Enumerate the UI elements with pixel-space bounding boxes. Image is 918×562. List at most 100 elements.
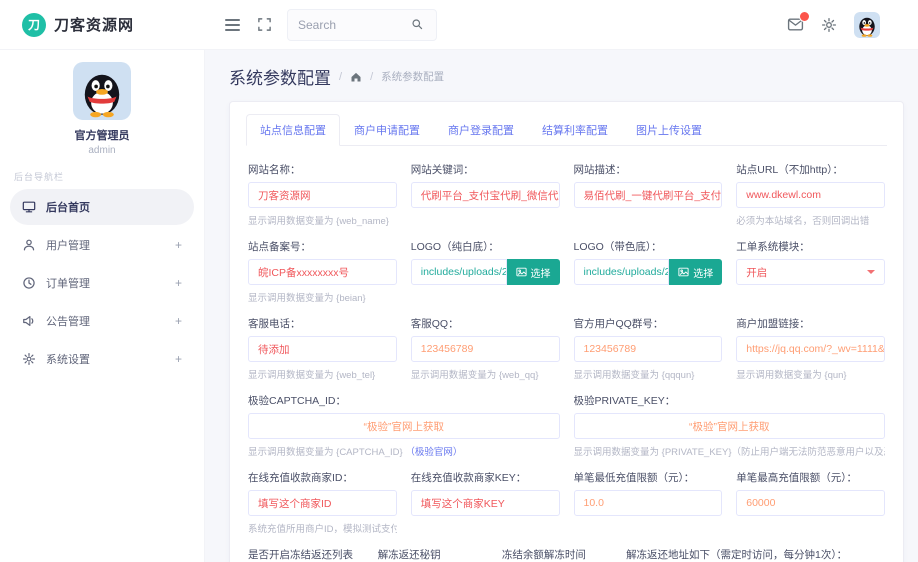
text-input[interactable]: https://jq.qq.com/?_wv=1111&k=5MdHTO bbox=[736, 336, 885, 362]
user-icon bbox=[22, 238, 36, 252]
tab-4[interactable]: 图片上传设置 bbox=[622, 114, 716, 146]
sidebar-item-1[interactable]: 用户管理 + bbox=[10, 227, 194, 263]
search-input[interactable]: Search bbox=[287, 8, 437, 41]
file-input-group: includes/uploads/20210524221020858.pn 选择 bbox=[573, 259, 723, 285]
field-label: 官方用户QQ群号： bbox=[573, 318, 664, 330]
sidebar-item-label: 订单管理 bbox=[46, 278, 90, 290]
text-input[interactable]: “极验”官网上获取 bbox=[573, 413, 885, 439]
settings-form: 网站名称： 刀客资源网 显示调用数据变量为 {web_name} 网站关键词： 代刷平台… bbox=[230, 146, 903, 562]
choose-file-label: 选择 bbox=[530, 268, 551, 280]
expand-plus-icon: + bbox=[174, 276, 182, 290]
form-field: 解冻返还地址如下（需定时访问，每分钟1次）：http://www.dkewl.c… bbox=[626, 547, 885, 562]
field-label: 网站名称： bbox=[248, 164, 301, 176]
text-input[interactable]: 待添加 bbox=[248, 336, 397, 362]
form-field: LOGO（纯白底）： includes/uploads/2021052422131… bbox=[410, 239, 560, 304]
topbar-right bbox=[786, 10, 900, 38]
form-field: 是否开启冻结返还列表关闭冻结余额返还 bbox=[248, 547, 364, 562]
helper-link[interactable]: （极验官网） bbox=[405, 447, 462, 458]
form-field: 网站名称： 刀客资源网 显示调用数据变量为 {web_name} bbox=[248, 162, 397, 227]
tab-2[interactable]: 商户登录配置 bbox=[434, 114, 528, 146]
form-field: 网站关键词： 代刷平台_支付宝代刷_微信代刷_QQ代刷 - 刀客资源 bbox=[410, 162, 560, 227]
form-field: LOGO（带色底）： includes/uploads/2021052422102… bbox=[573, 239, 723, 304]
file-input-group: includes/uploads/20210524221318885.pn 选择 bbox=[410, 259, 560, 285]
chevron-down-icon bbox=[867, 270, 875, 274]
field-label: 单笔最高充值限额（元）： bbox=[736, 472, 857, 484]
text-input[interactable]: www.dkewl.com bbox=[736, 182, 885, 208]
sidebar-item-3[interactable]: 公告管理 + bbox=[10, 303, 194, 339]
expand-plus-icon: + bbox=[174, 314, 182, 328]
choose-file-label: 选择 bbox=[693, 268, 714, 280]
text-input[interactable]: 填写这个商家ID bbox=[248, 490, 397, 516]
form-row: 客服电话： 待添加 显示调用数据变量为 {web_tel} 客服QQ： 12345678… bbox=[248, 316, 885, 381]
form-row: 是否开启冻结返还列表关闭冻结余额返还解冻返还秘钥20010325 冻结余额解冻时间… bbox=[248, 547, 885, 562]
file-path-input[interactable]: includes/uploads/20210524221318885.pn bbox=[410, 259, 507, 285]
form-field: 站点备案号： 皖ICP备xxxxxxxx号 显示调用数据变量为 {beian} bbox=[248, 239, 397, 304]
field-label: 站点URL（不加http）： bbox=[736, 164, 844, 176]
page-title: 系统参数配置 bbox=[229, 69, 331, 88]
text-input[interactable]: 60000 bbox=[736, 490, 885, 516]
form-field: 在线充值收款商家KEY： 填写这个商家KEY bbox=[410, 470, 560, 535]
sidebar-item-4[interactable]: 系统设置 + bbox=[10, 341, 194, 377]
megaphone-icon bbox=[22, 314, 36, 328]
sidebar-profile: 官方管理员 admin bbox=[0, 62, 204, 156]
brand: 刀 刀客资源网 bbox=[0, 12, 205, 37]
field-label: 客服QQ： bbox=[410, 318, 459, 330]
topbar: 刀 刀客资源网 Search bbox=[0, 0, 918, 50]
form-row: 网站名称： 刀客资源网 显示调用数据变量为 {web_name} 网站关键词： 代刷平台… bbox=[248, 162, 885, 227]
form-field: 工单系统模块： 开启 bbox=[736, 239, 885, 304]
form-field: 官方用户QQ群号： 123456789 显示调用数据变量为 {qqqun} bbox=[573, 316, 723, 381]
form-field: 客服电话： 待添加 显示调用数据变量为 {web_tel} bbox=[248, 316, 397, 381]
form-field: 解冻返还秘钥20010325 bbox=[378, 547, 488, 562]
messages-icon[interactable] bbox=[786, 10, 810, 34]
text-input[interactable]: 123456789 bbox=[410, 336, 560, 362]
form-field: 单笔最高充值限额（元）： 60000 bbox=[736, 470, 885, 535]
field-helper: 必须为本站域名，否则回调出错 bbox=[736, 216, 870, 227]
text-input[interactable]: “极验”官网上获取 bbox=[248, 413, 560, 439]
profile-avatar bbox=[73, 62, 131, 120]
text-input[interactable]: 填写这个商家KEY bbox=[410, 490, 560, 516]
tab-0[interactable]: 站点信息配置 bbox=[246, 114, 340, 146]
file-path-input[interactable]: includes/uploads/20210524221020858.pn bbox=[573, 259, 670, 285]
field-label: 极验CAPTCHA_ID： bbox=[248, 395, 347, 407]
tab-1[interactable]: 商户申请配置 bbox=[340, 114, 434, 146]
settings-gear-icon[interactable] bbox=[820, 16, 838, 34]
monitor-icon bbox=[22, 200, 36, 214]
select-input[interactable]: 开启 bbox=[736, 259, 885, 285]
field-helper: 显示调用数据变量为 {web_qq} bbox=[410, 370, 539, 381]
breadcrumb-current: 系统参数配置 bbox=[381, 71, 445, 83]
sidebar-item-label: 后台首页 bbox=[46, 202, 90, 214]
text-input[interactable]: 皖ICP备xxxxxxxx号 bbox=[248, 259, 397, 285]
sidebar-nav: 后台首页 用户管理 + 订单管理 + 公告管理 + 系统设置 + bbox=[0, 189, 204, 377]
sidebar-item-2[interactable]: 订单管理 + bbox=[10, 265, 194, 301]
topbar-main: Search bbox=[205, 8, 918, 41]
fullscreen-icon[interactable] bbox=[255, 16, 273, 34]
field-label: 极验PRIVATE_KEY： bbox=[573, 395, 676, 407]
choose-file-button[interactable]: 选择 bbox=[669, 259, 723, 285]
home-icon[interactable] bbox=[350, 71, 362, 83]
text-input[interactable]: 易佰代刷_一键代刷平台_支付宝代刷_微信代刷_QQ代 bbox=[573, 182, 723, 208]
choose-image-icon bbox=[515, 267, 527, 277]
text-input[interactable]: 123456789 bbox=[573, 336, 723, 362]
nav-section-label: 后台导航栏 bbox=[14, 172, 65, 182]
field-label: 冻结余额解冻时间 bbox=[501, 549, 586, 561]
field-label: 解冻返还地址如下（需定时访问，每分钟1次）： bbox=[626, 549, 848, 561]
field-label: 站点备案号： bbox=[248, 241, 311, 253]
search-placeholder: Search bbox=[298, 17, 337, 32]
choose-file-button[interactable]: 选择 bbox=[506, 259, 560, 285]
field-label: 在线充值收款商家KEY： bbox=[410, 472, 527, 484]
field-helper: 系统充值所用商户ID，模拟测试支付页面 bbox=[248, 524, 397, 535]
field-label: 网站关键词： bbox=[410, 164, 474, 176]
sidebar-toggle-icon[interactable] bbox=[223, 16, 241, 34]
field-label: LOGO（纯白底）： bbox=[410, 241, 499, 253]
search-icon[interactable] bbox=[408, 16, 426, 34]
field-label: 工单系统模块： bbox=[736, 241, 810, 253]
text-input[interactable]: 刀客资源网 bbox=[248, 182, 397, 208]
user-avatar[interactable] bbox=[854, 11, 880, 38]
text-input[interactable]: 10.0 bbox=[573, 490, 723, 516]
sidebar-item-label: 用户管理 bbox=[46, 240, 90, 252]
main-content: 系统参数配置 / / 系统参数配置 站点信息配置 商户申请配置 商户登录配置 结算利率… bbox=[205, 50, 918, 562]
text-input[interactable]: 代刷平台_支付宝代刷_微信代刷_QQ代刷 - 刀客资源 bbox=[410, 182, 560, 208]
sidebar-item-0[interactable]: 后台首页 bbox=[10, 189, 194, 225]
tab-3[interactable]: 结算利率配置 bbox=[528, 114, 622, 146]
field-label: 是否开启冻结返还列表 bbox=[248, 549, 353, 561]
